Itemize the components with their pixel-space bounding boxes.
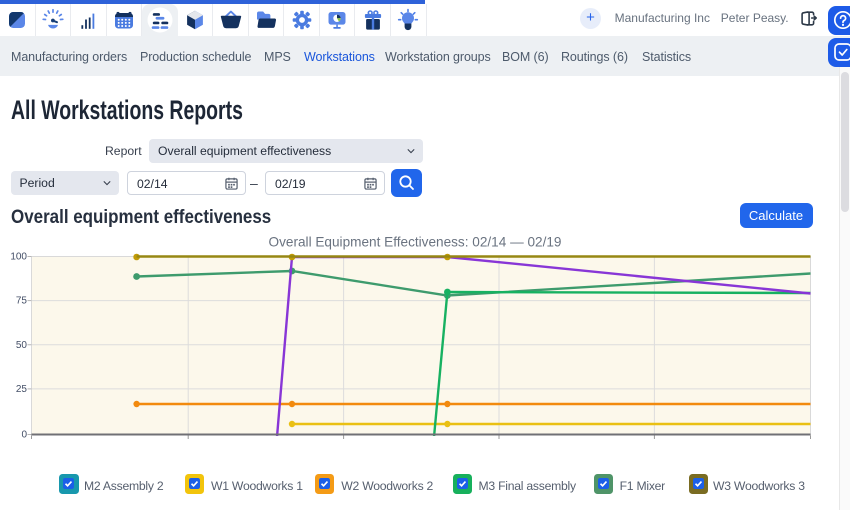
- svg-text:25: 25: [16, 384, 28, 395]
- svg-text:0: 0: [21, 430, 27, 441]
- svg-text:75: 75: [16, 296, 28, 307]
- svg-text:50: 50: [16, 340, 28, 351]
- svg-text:100: 100: [10, 252, 27, 263]
- svg-text:Overall Equipment Effectivenes: Overall Equipment Effectiveness: 02/14 —…: [269, 235, 562, 250]
